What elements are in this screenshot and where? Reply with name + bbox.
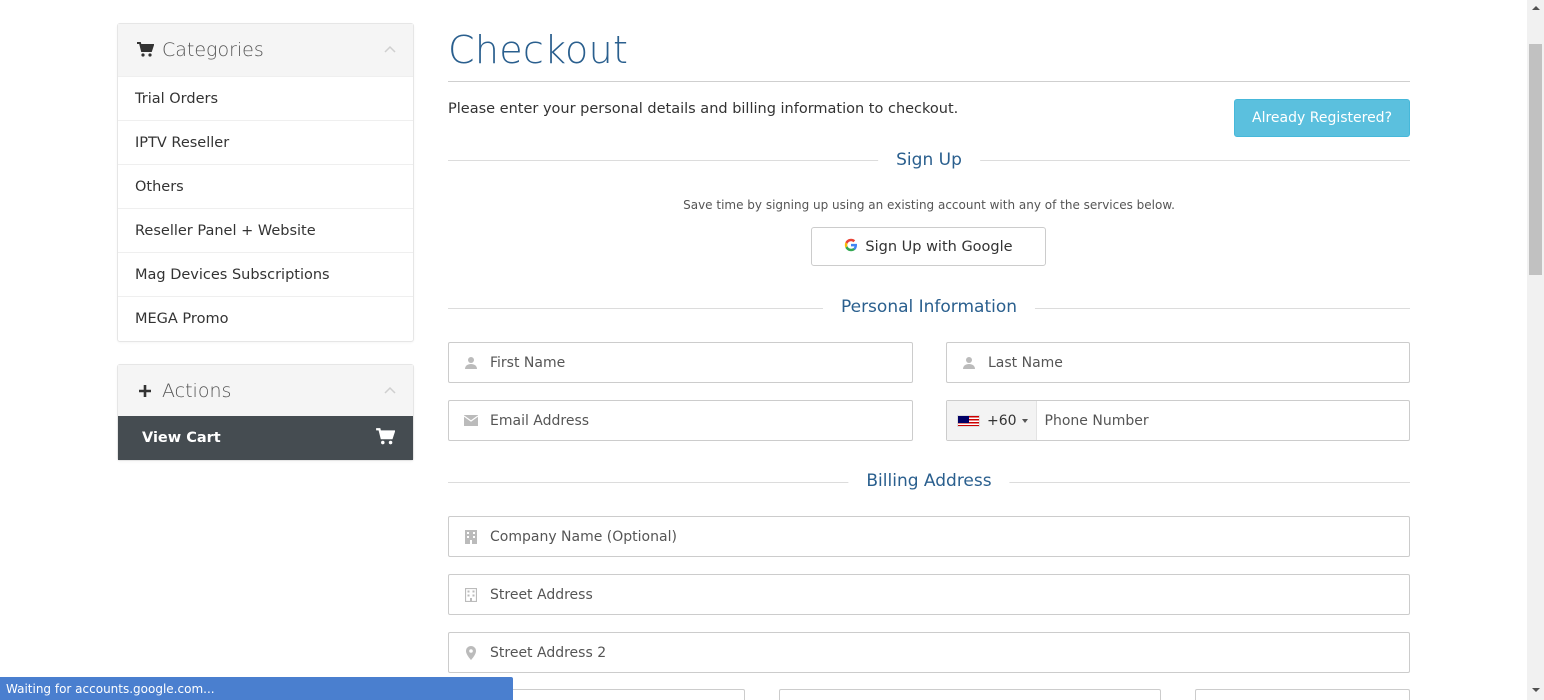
cart-icon <box>375 428 396 450</box>
title-divider <box>448 81 1410 82</box>
already-registered-button[interactable]: Already Registered? <box>1234 99 1410 137</box>
page-title: Checkout <box>448 28 629 72</box>
first-name-field[interactable]: First Name <box>448 342 913 383</box>
scroll-down-icon[interactable] <box>1532 688 1540 692</box>
user-icon <box>962 356 976 370</box>
map-marker-icon <box>464 645 478 660</box>
category-item-trial-orders[interactable]: Trial Orders <box>118 76 413 120</box>
phone-placeholder: Phone Number <box>1044 412 1149 429</box>
state-field[interactable] <box>779 689 1161 700</box>
actions-title: Actions <box>162 380 232 402</box>
personal-heading: Personal Information <box>822 297 1036 317</box>
street-address-2-field[interactable]: Street Address 2 <box>448 632 1410 673</box>
categories-title: Categories <box>162 39 264 61</box>
chevron-up-icon[interactable] <box>383 383 397 397</box>
phone-country-code: +60 <box>987 412 1017 429</box>
categories-header[interactable]: Categories <box>118 24 413 76</box>
scroll-up-icon[interactable] <box>1532 6 1540 10</box>
building-icon <box>464 529 478 544</box>
last-name-placeholder: Last Name <box>988 354 1063 371</box>
category-item-iptv-reseller[interactable]: IPTV Reseller <box>118 120 413 164</box>
phone-field[interactable]: +60 Phone Number <box>946 400 1410 441</box>
categories-panel: Categories Trial Orders IPTV Reseller Ot… <box>117 23 414 342</box>
company-name-placeholder: Company Name (Optional) <box>490 528 677 545</box>
category-item-mag-devices[interactable]: Mag Devices Subscriptions <box>118 252 413 296</box>
cart-icon <box>136 41 154 59</box>
email-placeholder: Email Address <box>490 412 590 429</box>
postcode-field[interactable] <box>1195 689 1410 700</box>
google-icon <box>844 238 858 256</box>
country-code-selector[interactable]: +60 <box>947 401 1037 440</box>
last-name-field[interactable]: Last Name <box>946 342 1410 383</box>
user-icon <box>464 356 478 370</box>
chevron-up-icon[interactable] <box>383 42 397 56</box>
scroll-thumb[interactable] <box>1529 44 1542 275</box>
plus-icon <box>136 382 154 400</box>
street-address-field[interactable]: Street Address <box>448 574 1410 615</box>
actions-panel: Actions View Cart <box>117 364 414 461</box>
envelope-icon <box>464 414 478 428</box>
browser-status-bar: Waiting for accounts.google.com... <box>0 677 513 700</box>
google-signup-button[interactable]: Sign Up with Google <box>811 227 1046 266</box>
building-icon <box>464 587 478 602</box>
street-address-placeholder: Street Address <box>490 586 593 603</box>
view-cart-label: View Cart <box>142 430 221 446</box>
caret-down-icon <box>1021 418 1028 423</box>
google-signup-label: Sign Up with Google <box>865 238 1013 255</box>
category-item-reseller-panel[interactable]: Reseller Panel + Website <box>118 208 413 252</box>
company-name-field[interactable]: Company Name (Optional) <box>448 516 1410 557</box>
signup-heading: Sign Up <box>878 150 980 170</box>
malaysia-flag-icon <box>957 414 980 427</box>
first-name-placeholder: First Name <box>490 354 566 371</box>
intro-text: Please enter your personal details and b… <box>448 101 959 117</box>
view-cart-link[interactable]: View Cart <box>118 416 413 460</box>
email-field[interactable]: Email Address <box>448 400 913 441</box>
billing-heading: Billing Address <box>848 471 1010 491</box>
signup-helper-text: Save time by signing up using an existin… <box>683 198 1175 212</box>
page-scrollbar[interactable] <box>1527 0 1544 700</box>
category-item-mega-promo[interactable]: MEGA Promo <box>118 296 413 340</box>
actions-header[interactable]: Actions <box>118 365 413 417</box>
category-item-others[interactable]: Others <box>118 164 413 208</box>
street-address-2-placeholder: Street Address 2 <box>490 644 607 661</box>
